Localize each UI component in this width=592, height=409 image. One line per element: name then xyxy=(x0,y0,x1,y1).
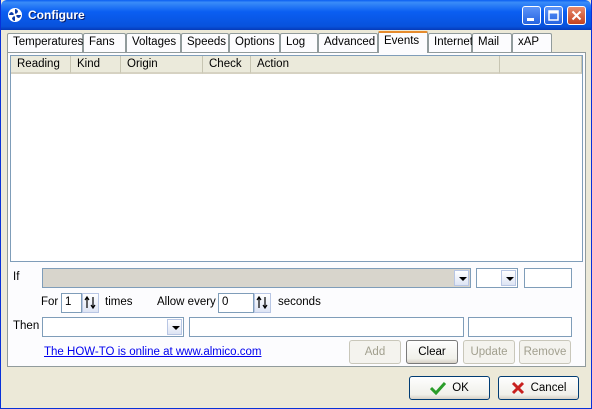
tab-speeds[interactable]: Speeds xyxy=(181,33,229,52)
if-value-field[interactable] xyxy=(524,268,572,288)
clear-button[interactable]: Clear xyxy=(406,340,458,364)
spin-arrows-icon xyxy=(256,295,268,310)
tab-temperatures[interactable]: Temperatures xyxy=(7,33,83,52)
add-button[interactable]: Add xyxy=(349,340,401,364)
check-icon xyxy=(430,381,447,395)
allow-every-spinner[interactable] xyxy=(254,293,271,313)
ok-label: OK xyxy=(452,382,469,394)
title-bar[interactable]: Configure xyxy=(1,0,591,30)
for-count-field[interactable]: 1 xyxy=(61,293,82,313)
for-count-spinner[interactable] xyxy=(82,293,99,313)
chevron-down-icon[interactable] xyxy=(167,319,182,335)
remove-button[interactable]: Remove xyxy=(519,340,571,364)
tab-fans[interactable]: Fans xyxy=(83,33,126,52)
for-label: For xyxy=(41,296,59,308)
configure-window: Configure Temperatures Fans Voltages Spe… xyxy=(0,0,592,409)
tab-strip: Temperatures Fans Voltages Speeds Option… xyxy=(7,31,587,53)
column-header-action[interactable]: Action xyxy=(251,56,500,74)
spin-arrows-icon xyxy=(84,295,96,310)
allow-every-label: Allow every xyxy=(157,296,216,308)
tab-voltages[interactable]: Voltages xyxy=(126,33,181,52)
minimize-icon xyxy=(527,18,534,21)
column-header-reading[interactable]: Reading xyxy=(11,56,71,74)
close-button[interactable] xyxy=(567,6,586,25)
if-label: If xyxy=(13,271,20,283)
then-action-combo[interactable] xyxy=(42,317,184,337)
column-header-origin[interactable]: Origin xyxy=(121,56,203,74)
maximize-button[interactable] xyxy=(544,6,563,25)
close-icon xyxy=(571,10,582,21)
tab-mail[interactable]: Mail xyxy=(472,33,512,52)
update-button[interactable]: Update xyxy=(463,340,515,364)
tab-options[interactable]: Options xyxy=(229,33,280,52)
cancel-label: Cancel xyxy=(530,382,567,394)
minimize-button[interactable] xyxy=(522,6,541,25)
tab-advanced[interactable]: Advanced xyxy=(318,33,378,52)
chevron-down-icon[interactable] xyxy=(501,270,516,286)
column-header-kind[interactable]: Kind xyxy=(71,56,121,74)
events-list[interactable]: Reading Kind Origin Check Action xyxy=(10,55,583,262)
tab-log[interactable]: Log xyxy=(280,33,318,52)
x-icon xyxy=(511,381,525,395)
allow-every-field[interactable]: 0 xyxy=(218,293,254,313)
if-operator-combo[interactable] xyxy=(476,268,518,288)
seconds-label: seconds xyxy=(278,296,321,308)
column-header-check[interactable]: Check xyxy=(203,56,251,74)
maximize-icon xyxy=(548,10,559,21)
column-header-empty xyxy=(500,56,582,74)
fan-app-icon xyxy=(7,7,23,23)
if-condition-combo[interactable] xyxy=(42,268,471,288)
tab-events[interactable]: Events xyxy=(378,31,428,53)
times-label: times xyxy=(105,296,133,308)
events-panel: Reading Kind Origin Check Action If For … xyxy=(7,52,586,367)
window-title: Configure xyxy=(28,8,85,22)
tab-xap[interactable]: xAP xyxy=(512,33,552,52)
ok-button[interactable]: OK xyxy=(409,376,490,400)
then-parameter-field[interactable] xyxy=(189,317,464,337)
then-label: Then xyxy=(13,320,40,332)
then-extra-field[interactable] xyxy=(468,317,572,337)
howto-link[interactable]: The HOW-TO is online at www.almico.com xyxy=(44,346,262,358)
tab-internet[interactable]: Internet xyxy=(428,33,473,52)
chevron-down-icon[interactable] xyxy=(454,270,469,286)
cancel-button[interactable]: Cancel xyxy=(498,376,579,400)
